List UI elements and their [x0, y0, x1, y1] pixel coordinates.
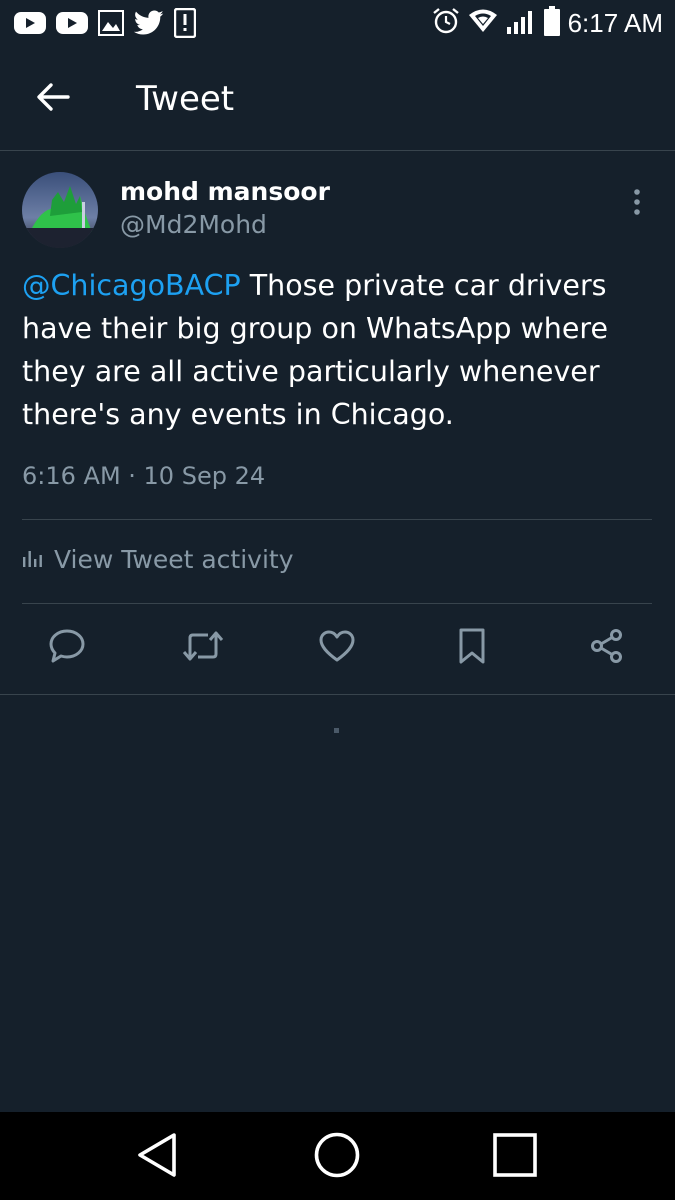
share-button[interactable]: [582, 623, 632, 673]
analytics-icon: [22, 547, 44, 573]
top-app-bar: Tweet: [0, 48, 675, 151]
divider: [0, 694, 675, 695]
avatar[interactable]: [22, 172, 98, 248]
back-button[interactable]: [28, 74, 78, 124]
battery-icon: [543, 6, 560, 40]
mention-link[interactable]: @ChicagoBACP: [22, 269, 241, 302]
twitter-icon: [133, 10, 164, 40]
wifi-icon: [468, 8, 498, 38]
arrow-left-icon: [36, 82, 70, 116]
reply-icon: [48, 628, 86, 668]
like-button[interactable]: [312, 623, 362, 673]
divider: [22, 519, 652, 520]
alert-icon: [173, 7, 197, 42]
nav-home-button[interactable]: [310, 1130, 364, 1184]
recents-square-icon: [492, 1132, 538, 1182]
alarm-icon: [432, 7, 460, 39]
more-vertical-icon: [633, 188, 641, 220]
view-tweet-activity-link[interactable]: View Tweet activity: [22, 543, 294, 577]
gallery-icon: [98, 10, 124, 40]
nav-recents-button[interactable]: [488, 1130, 542, 1184]
tweet-timestamp: 6:16 AM · 10 Sep 24: [22, 462, 266, 490]
share-icon: [589, 628, 625, 668]
bookmark-button[interactable]: [447, 623, 497, 673]
status-bar-system: 6:17 AM: [432, 6, 663, 40]
system-navigation-bar: [0, 1112, 675, 1200]
divider: [22, 603, 652, 604]
author-handle[interactable]: @Md2Mohd: [120, 208, 267, 242]
view-tweet-activity-label: View Tweet activity: [54, 545, 294, 574]
retweet-icon: [182, 628, 224, 668]
author-name[interactable]: mohd mansoor: [120, 175, 330, 209]
retweet-button[interactable]: [178, 623, 228, 673]
back-triangle-icon: [135, 1131, 179, 1183]
status-bar-notifications: [14, 7, 197, 42]
like-icon: [318, 629, 356, 667]
reply-button[interactable]: [42, 623, 92, 673]
status-bar-time: 6:17 AM: [567, 8, 663, 38]
tweet-actions: [0, 623, 675, 675]
nav-back-button[interactable]: [130, 1130, 184, 1184]
loading-indicator: [334, 728, 339, 733]
home-circle-icon: [313, 1131, 361, 1183]
status-bar: 6:17 AM: [0, 0, 675, 48]
page-title: Tweet: [136, 79, 235, 119]
more-options-button[interactable]: [620, 187, 654, 221]
youtube-icon: [56, 11, 88, 39]
signal-icon: [506, 7, 536, 39]
youtube-icon: [14, 11, 46, 39]
bookmark-icon: [457, 627, 487, 669]
tweet-text: @ChicagoBACP Those private car drivers h…: [22, 264, 652, 436]
